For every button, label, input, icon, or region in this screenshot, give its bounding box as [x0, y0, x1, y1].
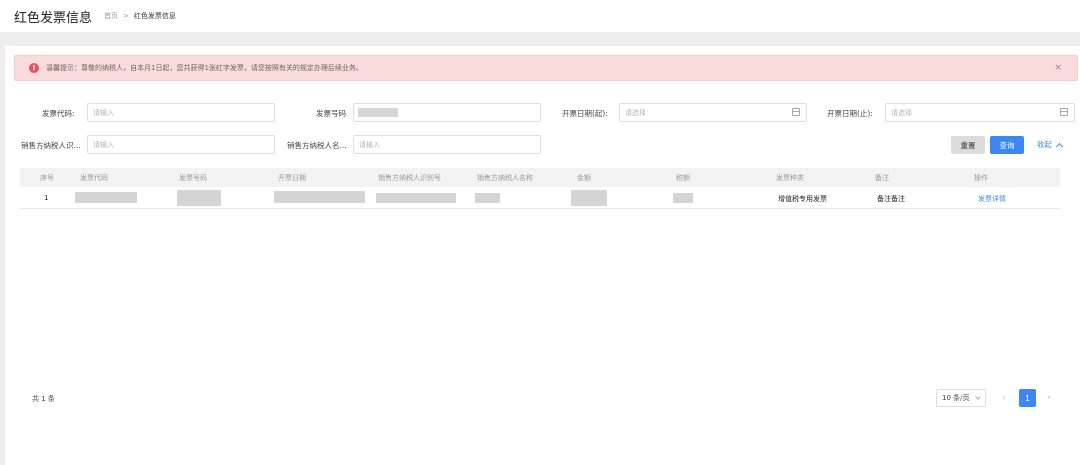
date-start-placeholder: 请选择	[625, 108, 646, 117]
redacted-cell	[376, 193, 456, 203]
seller-tax-id-label: 销售方纳税人识...	[21, 141, 81, 150]
column-header: 开票日期	[278, 174, 306, 182]
query-button[interactable]: 查询	[990, 136, 1024, 154]
remark-cell: 备注备注	[877, 195, 905, 203]
page-number-current[interactable]: 1	[1019, 389, 1036, 407]
breadcrumb-current: 红色发票信息	[133, 12, 176, 20]
page-title: 红色发票信息	[14, 10, 93, 26]
redacted-value	[358, 108, 398, 117]
invoice-code-label: 发票代码:	[42, 109, 75, 118]
invoice-date-start-label: 开票日期(起):	[562, 109, 608, 118]
column-header: 税额	[676, 174, 690, 182]
seller-tax-id-input[interactable]: 请输入	[87, 135, 275, 154]
redacted-cell	[274, 191, 365, 203]
invoice-number-label: 发票号码	[316, 109, 346, 118]
column-header: 操作	[974, 174, 988, 182]
invoice-date-end-label: 开票日期(止):	[827, 109, 873, 118]
redacted-cell	[177, 190, 221, 206]
redacted-cell	[673, 193, 693, 203]
column-header: 序号	[40, 174, 54, 182]
redacted-cell	[475, 193, 500, 203]
alert-text: 温馨提示：尊敬的纳税人，自本月1日起，您共获得1张红字发票，请您按照有关的规定办…	[46, 64, 363, 72]
invoice-type-cell: 增值税专用发票	[778, 195, 827, 203]
breadcrumb-home[interactable]: 首页	[104, 11, 118, 21]
chevron-down-icon	[975, 394, 981, 400]
breadcrumb: 首页 > 红色发票信息	[104, 11, 176, 21]
notice-alert: ! 温馨提示：尊敬的纳税人，自本月1日起，您共获得1张红字发票，请您按照有关的规…	[14, 55, 1078, 81]
page-size-select[interactable]: 10 条/页	[936, 389, 986, 407]
page-header: 红色发票信息 首页 > 红色发票信息	[0, 0, 1080, 32]
seller-name-input[interactable]: 请输入	[353, 135, 541, 154]
collapse-toggle[interactable]: 收起	[1037, 139, 1064, 150]
date-end-placeholder: 请选择	[891, 108, 912, 117]
calendar-icon	[792, 108, 800, 116]
invoice-date-end-picker[interactable]: 请选择	[885, 103, 1075, 122]
collapse-label: 收起	[1037, 140, 1052, 149]
column-header: 发票号码	[179, 174, 207, 182]
table-header: 序号 发票代码 发票号码 开票日期 销售方纳税人识别号 销售方纳税人名称 金额 …	[20, 168, 1060, 187]
exclamation-circle-icon: !	[29, 63, 39, 73]
column-header: 发票代码	[80, 174, 108, 182]
page-size-value: 10 条/页	[942, 394, 970, 402]
row-index: 1	[44, 194, 49, 202]
seller-name-label: 销售方纳税人名...	[287, 141, 347, 150]
redacted-cell	[571, 190, 607, 206]
invoice-date-start-picker[interactable]: 请选择	[619, 103, 807, 122]
close-icon[interactable]: ×	[1054, 63, 1062, 73]
reset-button[interactable]: 重置	[951, 136, 985, 154]
invoice-code-input[interactable]: 请输入	[87, 103, 275, 122]
redacted-cell	[75, 192, 137, 203]
column-header: 销售方纳税人识别号	[378, 174, 441, 182]
breadcrumb-separator: >	[123, 12, 129, 20]
total-count: 共 1 条	[32, 395, 55, 403]
column-header: 发票种类	[776, 174, 804, 182]
prev-page-button[interactable]: ‹	[1002, 393, 1006, 403]
chevron-up-icon	[1055, 142, 1064, 150]
column-header: 销售方纳税人名称	[477, 174, 533, 182]
next-page-button[interactable]: ›	[1047, 393, 1051, 403]
column-header: 金额	[577, 174, 591, 182]
left-edge-bar	[0, 46, 5, 465]
calendar-icon	[1060, 108, 1068, 116]
table-row: 1 增值税专用发票 备注备注 发票详情	[20, 187, 1060, 209]
invoice-number-input[interactable]	[353, 103, 541, 122]
header-divider-band	[0, 32, 1080, 46]
invoice-detail-link[interactable]: 发票详情	[978, 194, 1006, 204]
column-header: 备注	[875, 174, 889, 182]
